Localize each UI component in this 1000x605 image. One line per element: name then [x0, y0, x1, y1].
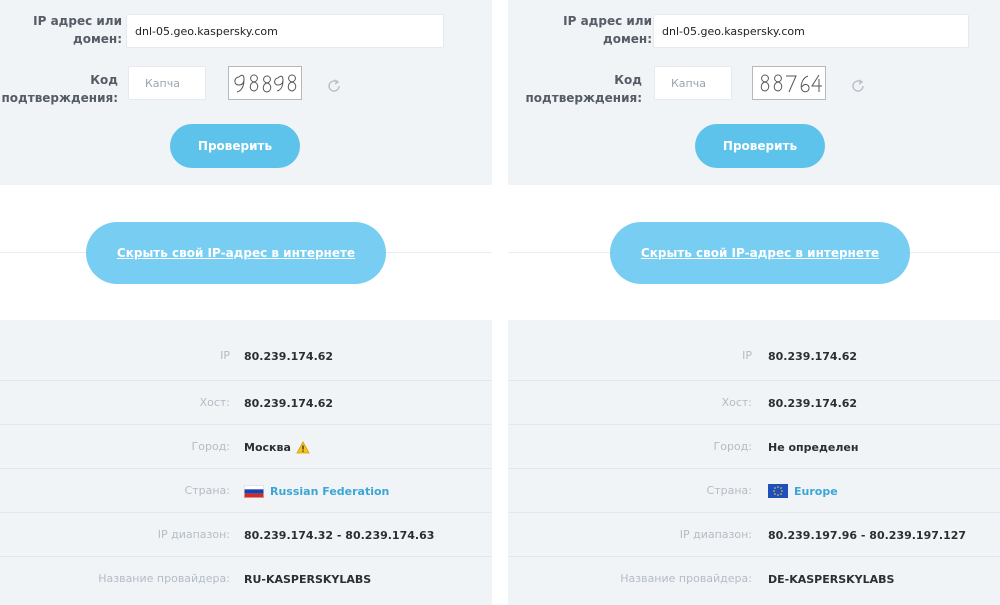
row-value: 80.239.174.62: [244, 381, 333, 425]
table-row-country: Страна: Russian Federation: [0, 468, 492, 512]
provider-value: RU-KASPERSKYLABS: [244, 572, 372, 586]
table-row-ip-range: IP диапазон: 80.239.197.96 - 80.239.197.…: [508, 512, 1000, 556]
row-label: Название провайдера:: [620, 572, 752, 585]
table-row-host: Хост: 80.239.174.62: [0, 380, 492, 424]
table-row-country: Страна: Europe: [508, 468, 1000, 512]
row-value: DE-KASPERSKYLABS: [768, 557, 894, 601]
country-link[interactable]: Russian Federation: [270, 485, 389, 498]
ip-range-value: 80.239.174.32 - 80.239.174.63: [244, 528, 435, 542]
ip-value: 80.239.174.62: [768, 349, 858, 363]
provider-value: DE-KASPERSKYLABS: [768, 572, 895, 586]
row-label: Название провайдера:: [98, 572, 230, 585]
ip-label-line1: IP адрес или: [563, 14, 652, 28]
row-label: Страна:: [706, 484, 752, 497]
hide-ip-button[interactable]: Скрыть свой IP-адрес в интернете: [86, 222, 386, 284]
ip-check-form: IP адрес или домен: dnl-05.geo.kaspersky…: [0, 0, 492, 185]
ip-field-label: IP адрес или домен:: [528, 12, 652, 48]
row-value: 80.239.174.32 - 80.239.174.63: [244, 513, 434, 557]
code-field-label: Код подтверждения:: [0, 71, 118, 107]
ip-domain-input[interactable]: dnl-05.geo.kaspersky.com: [126, 14, 444, 48]
check-button[interactable]: Проверить: [170, 124, 300, 168]
ip-check-form: IP адрес или домен: dnl-05.geo.kaspersky…: [508, 0, 1000, 185]
table-row-city: Город: Москва: [0, 424, 492, 468]
table-row-provider: Название провайдера: DE-KASPERSKYLABS: [508, 556, 1000, 600]
code-label-line2: подтверждения:: [1, 91, 118, 105]
captcha-placeholder: Капча: [671, 76, 706, 90]
table-row-ip: IP 80.239.174.62: [0, 334, 492, 378]
host-value: 80.239.174.62: [244, 396, 334, 410]
code-label-line2: подтверждения:: [525, 91, 642, 105]
ip-check-panel-left: IP адрес или домен: dnl-05.geo.kaspersky…: [0, 0, 492, 605]
check-button-label: Проверить: [197, 139, 273, 153]
ip-check-panel-right: IP адрес или домен: dnl-05.geo.kaspersky…: [508, 0, 1000, 605]
row-value: Europe: [768, 469, 838, 513]
row-label: Хост:: [199, 396, 230, 409]
ip-info-table: IP 80.239.174.62 Хост: 80.239.174.62 Гор…: [0, 320, 492, 605]
captcha-placeholder: Капча: [145, 76, 180, 90]
row-value: RU-KASPERSKYLABS: [244, 557, 371, 601]
captcha-input[interactable]: Капча: [128, 66, 206, 100]
row-value: Russian Federation: [244, 469, 389, 513]
ip-label-line2: домен:: [73, 32, 122, 46]
city-value: Москва: [244, 440, 291, 454]
hide-ip-link[interactable]: Скрыть свой IP-адрес в интернете: [641, 246, 879, 260]
table-row-ip-range: IP диапазон: 80.239.174.32 - 80.239.174.…: [0, 512, 492, 556]
ip-field-label: IP адрес или домен:: [20, 12, 122, 48]
page: IP адрес или домен: dnl-05.geo.kaspersky…: [0, 0, 1000, 605]
captcha-image: [228, 66, 302, 100]
row-label: Страна:: [184, 484, 230, 497]
ip-domain-input[interactable]: dnl-05.geo.kaspersky.com: [653, 14, 969, 48]
host-value: 80.239.174.62: [768, 396, 858, 410]
table-row-host: Хост: 80.239.174.62: [508, 380, 1000, 424]
row-label: IP диапазон:: [679, 528, 752, 541]
row-label: IP диапазон:: [157, 528, 230, 541]
captcha-image: [752, 66, 826, 100]
row-value: Не определен: [768, 425, 858, 469]
row-value: 80.239.197.96 - 80.239.197.127: [768, 513, 966, 557]
warning-icon[interactable]: [296, 440, 310, 454]
ip-value: 80.239.174.62: [244, 349, 334, 363]
code-field-label: Код подтверждения:: [508, 71, 642, 107]
hide-ip-link[interactable]: Скрыть свой IP-адрес в интернете: [117, 246, 355, 260]
code-label-line1: Код: [90, 73, 118, 87]
russia-flag-icon: [244, 484, 264, 498]
row-value: 80.239.174.62: [244, 334, 333, 378]
row-value: 80.239.174.62: [768, 381, 857, 425]
eu-flag-icon: [768, 484, 788, 498]
row-value: Москва: [244, 425, 310, 469]
check-button[interactable]: Проверить: [695, 124, 825, 168]
city-value: Не определен: [768, 440, 859, 454]
row-label: Хост:: [721, 396, 752, 409]
check-button-label: Проверить: [722, 139, 798, 153]
table-row-city: Город: Не определен: [508, 424, 1000, 468]
table-row-ip: IP 80.239.174.62: [508, 334, 1000, 378]
refresh-icon[interactable]: [325, 77, 343, 95]
hide-ip-button[interactable]: Скрыть свой IP-адрес в интернете: [610, 222, 910, 284]
captcha-input[interactable]: Капча: [654, 66, 732, 100]
ip-domain-value: dnl-05.geo.kaspersky.com: [135, 24, 278, 38]
refresh-icon[interactable]: [849, 77, 867, 95]
ip-info-table: IP 80.239.174.62 Хост: 80.239.174.62 Гор…: [508, 320, 1000, 605]
ip-range-value: 80.239.197.96 - 80.239.197.127: [768, 528, 967, 542]
row-label: IP: [220, 349, 230, 362]
ip-domain-value: dnl-05.geo.kaspersky.com: [662, 24, 805, 38]
ip-label-line1: IP адрес или: [33, 14, 122, 28]
table-row-provider: Название провайдера: RU-KASPERSKYLABS: [0, 556, 492, 600]
row-label: IP: [742, 349, 752, 362]
ip-label-line2: домен:: [603, 32, 652, 46]
row-label: Город:: [191, 440, 230, 453]
row-value: 80.239.174.62: [768, 334, 857, 378]
row-label: Город:: [713, 440, 752, 453]
code-label-line1: Код: [614, 73, 642, 87]
country-link[interactable]: Europe: [794, 485, 838, 498]
